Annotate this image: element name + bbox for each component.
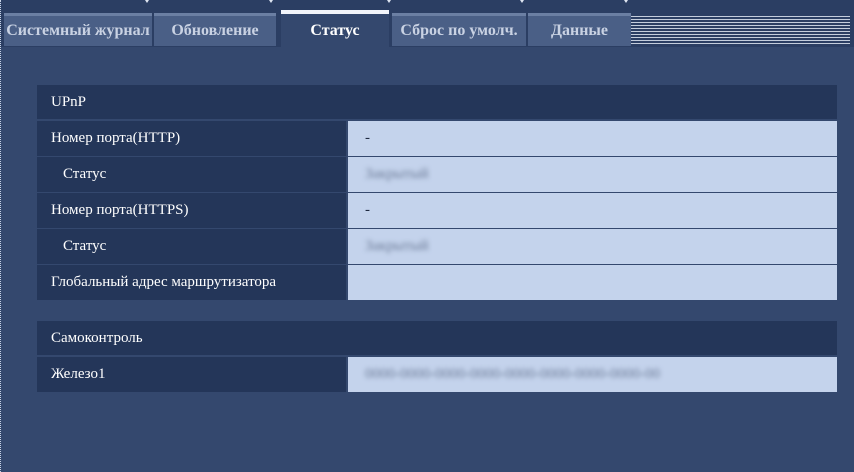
- upnp-row-https-port: Номер порта(HTTPS) -: [37, 193, 837, 228]
- tab-bar-decoration: [628, 16, 850, 46]
- tab-reset-defaults[interactable]: Сброс по умолч.: [392, 13, 526, 46]
- tab-system-log[interactable]: Системный журнал: [4, 13, 152, 46]
- row-label: Железо1: [37, 357, 346, 392]
- tab-bar: Системный журнал Обновление Статус Сброс…: [1, 0, 854, 48]
- selfcheck-section-title: Самоконтроль: [51, 329, 143, 346]
- selfcheck-row-hardware1: Железо1 0000-0000-0000-0000-0000-0000-00…: [37, 357, 837, 392]
- row-value: -: [348, 121, 837, 156]
- row-label: Статус: [37, 229, 346, 264]
- selfcheck-section-header: Самоконтроль: [37, 321, 837, 355]
- status-value-text: Закрытый: [365, 238, 429, 254]
- row-label: Статус: [37, 157, 346, 192]
- tab-divider: [383, 0, 395, 3]
- tab-divider: [620, 0, 632, 3]
- tab-divider: [141, 0, 153, 3]
- tab-label: Данные: [550, 22, 609, 39]
- upnp-section-title: UPnP: [51, 93, 87, 110]
- row-label: Номер порта(HTTP): [37, 121, 346, 156]
- row-value: [348, 265, 837, 300]
- tab-label: Сброс по умолч.: [400, 22, 518, 39]
- hardware-value-text: 0000-0000-0000-0000-0000-0000-0000-0000-…: [365, 366, 660, 382]
- tab-status[interactable]: Статус: [281, 10, 389, 48]
- status-page: Системный журнал Обновление Статус Сброс…: [0, 0, 854, 472]
- row-value: 0000-0000-0000-0000-0000-0000-0000-0000-…: [348, 357, 837, 392]
- upnp-row-http-port: Номер порта(HTTP) -: [37, 121, 837, 156]
- upnp-row-https-status: Статус Закрытый: [37, 229, 837, 264]
- upnp-row-http-status: Статус Закрытый: [37, 157, 837, 192]
- tab-label: Статус: [310, 22, 360, 39]
- row-value: Закрытый: [348, 157, 837, 192]
- row-label: Глобальный адрес маршрутизатора: [37, 265, 346, 300]
- status-value-text: Закрытый: [365, 166, 429, 182]
- tab-data[interactable]: Данные: [528, 13, 631, 46]
- upnp-section-header: UPnP: [37, 85, 837, 119]
- tab-update[interactable]: Обновление: [154, 13, 276, 46]
- upnp-row-global-address: Глобальный адрес маршрутизатора: [37, 265, 837, 300]
- row-value: -: [348, 193, 837, 228]
- tab-label: Обновление: [171, 22, 259, 39]
- tab-divider: [265, 0, 277, 3]
- tab-divider: [516, 0, 528, 3]
- tab-label: Системный журнал: [6, 22, 150, 39]
- status-content: UPnP Номер порта(HTTP) - Статус Закрытый…: [37, 85, 837, 393]
- row-label: Номер порта(HTTPS): [37, 193, 346, 228]
- row-value: Закрытый: [348, 229, 837, 264]
